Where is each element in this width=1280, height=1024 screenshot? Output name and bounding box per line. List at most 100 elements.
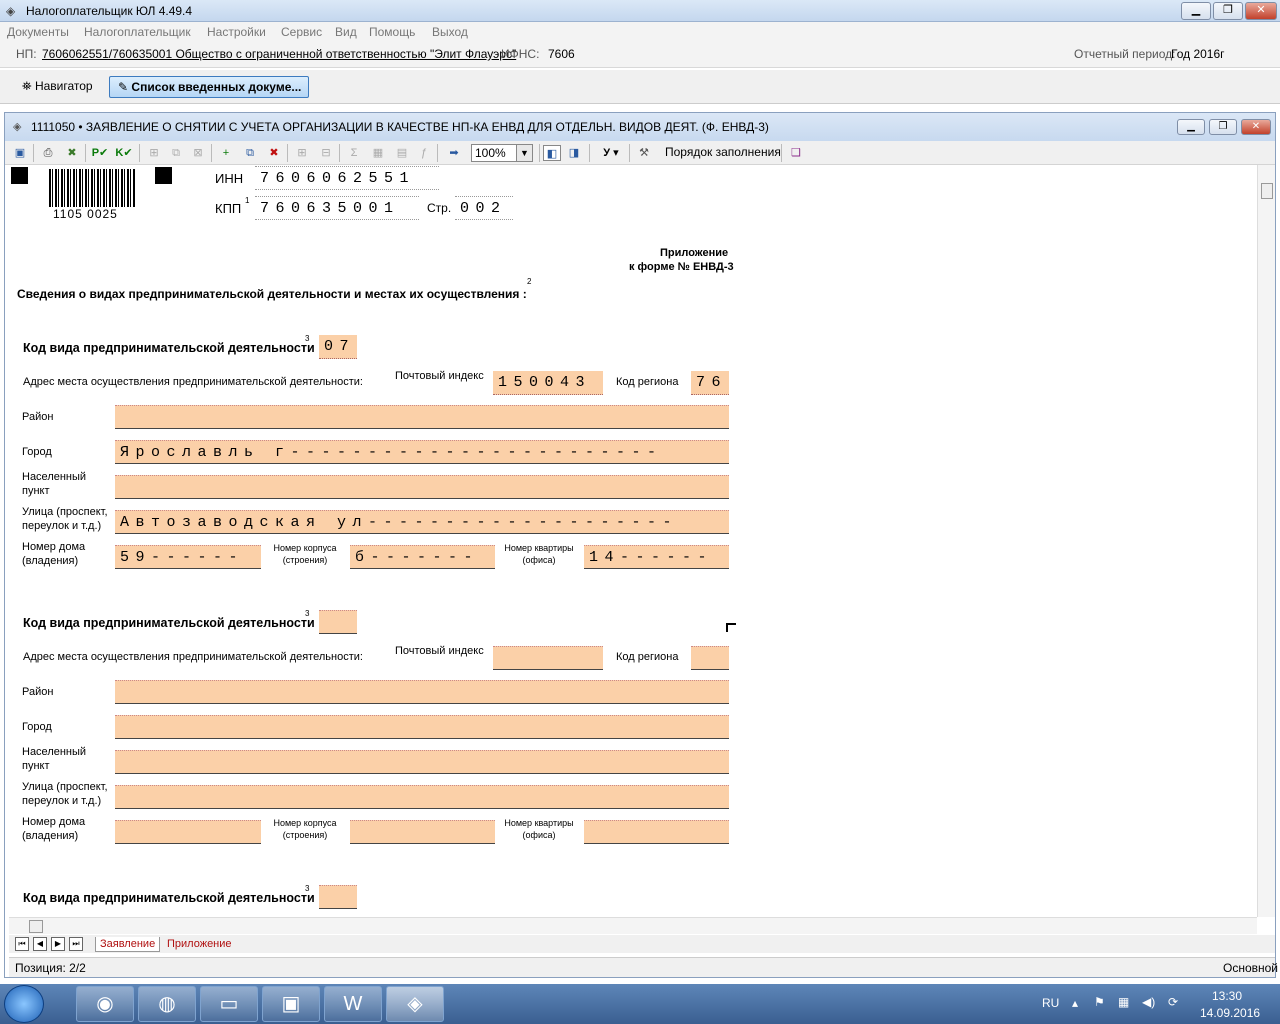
- tab-statement[interactable]: Заявление: [95, 937, 161, 952]
- district-field[interactable]: [115, 405, 729, 429]
- street-label-1: Улица (проспект,: [22, 506, 108, 518]
- copy-row-icon[interactable]: ⧉: [241, 145, 259, 161]
- vertical-scrollbar[interactable]: [1257, 165, 1275, 917]
- y-dropdown-button[interactable]: У ▾: [597, 145, 625, 161]
- flat-label-1: Номер квартиры: [504, 543, 574, 553]
- activity-code-field[interactable]: 07: [319, 335, 357, 359]
- view-mode-icon[interactable]: ◧: [543, 145, 561, 161]
- sum-icon[interactable]: Σ: [345, 145, 363, 161]
- chevron-down-icon[interactable]: ▼: [516, 145, 532, 161]
- locality-field[interactable]: [115, 475, 729, 499]
- navigator-button[interactable]: ⛯ Навигатор: [14, 76, 101, 98]
- position-indicator: Позиция: 2/2: [15, 961, 86, 975]
- locality-field[interactable]: [115, 750, 729, 774]
- last-sheet-icon[interactable]: ⏭: [69, 937, 83, 951]
- help-book-icon[interactable]: ❑: [787, 145, 805, 161]
- save-icon[interactable]: ▣: [11, 145, 29, 161]
- activity-code-field[interactable]: [319, 885, 357, 909]
- explorer-icon[interactable]: ▭: [200, 986, 258, 1022]
- check-all-icon[interactable]: K✔: [115, 145, 133, 161]
- check-page-icon[interactable]: P✔: [91, 145, 109, 161]
- locality-label-2: пункт: [22, 485, 50, 497]
- building-field[interactable]: [350, 820, 495, 844]
- horizontal-scrollbar[interactable]: [9, 917, 1257, 934]
- menu-view[interactable]: Вид: [335, 25, 357, 39]
- region-field[interactable]: 76: [691, 371, 729, 395]
- doc-minimize-button[interactable]: ▁: [1177, 119, 1205, 135]
- scroll-thumb[interactable]: [29, 920, 43, 933]
- menu-taxpayer[interactable]: Налогоплательщик: [84, 25, 191, 39]
- inn-field[interactable]: 7606062551: [255, 166, 439, 190]
- network-icon[interactable]: ▦: [1118, 995, 1129, 1009]
- mode-indicator: Основной: [1223, 961, 1279, 975]
- delete-page-icon[interactable]: ⊠: [189, 145, 207, 161]
- menu-exit[interactable]: Выход: [432, 25, 468, 39]
- street-field[interactable]: [115, 785, 729, 809]
- next-sheet-icon[interactable]: ▶: [51, 937, 65, 951]
- prev-sheet-icon[interactable]: ◀: [33, 937, 47, 951]
- calculator-icon[interactable]: ▦: [369, 145, 387, 161]
- postal-field[interactable]: 150043: [493, 371, 603, 395]
- house-field[interactable]: 59------: [115, 545, 261, 569]
- building-field[interactable]: б-------: [350, 545, 495, 569]
- np-link[interactable]: 7606062551/760635001 Общество с ограниче…: [42, 47, 516, 61]
- menu-help[interactable]: Помощь: [369, 25, 415, 39]
- tab-appendix[interactable]: Приложение: [163, 937, 236, 951]
- firefox-icon[interactable]: ◍: [138, 986, 196, 1022]
- restore-button[interactable]: ❐: [1213, 2, 1243, 20]
- formula-icon[interactable]: ƒ: [415, 145, 433, 161]
- calendar-icon[interactable]: ▤: [393, 145, 411, 161]
- word-icon[interactable]: W: [324, 986, 382, 1022]
- postal-field[interactable]: [493, 646, 603, 670]
- copy-page-icon[interactable]: ⧉: [167, 145, 185, 161]
- taxpayer-app-icon[interactable]: ◈: [386, 986, 444, 1022]
- delete-row-icon[interactable]: ✖: [265, 145, 283, 161]
- document-toolbar: ▣ ⎙ ✖ P✔ K✔ ⊞ ⧉ ⊠ + ⧉ ✖ ⊞ ⊟ Σ ▦ ▤ ƒ ➡ 10…: [5, 141, 1275, 165]
- print-icon[interactable]: ⎙: [39, 145, 57, 161]
- menu-service[interactable]: Сервис: [281, 25, 322, 39]
- security-app-icon[interactable]: ▣: [262, 986, 320, 1022]
- menu-documents[interactable]: Документы: [7, 25, 69, 39]
- sync-icon[interactable]: ⟳: [1168, 995, 1178, 1009]
- activity-code-field[interactable]: [319, 610, 357, 634]
- ifns-value: 7606: [548, 47, 575, 61]
- add-row-icon[interactable]: +: [217, 145, 235, 161]
- city-field[interactable]: [115, 715, 729, 739]
- doc-restore-button[interactable]: ❐: [1209, 119, 1237, 135]
- city-field[interactable]: Ярославль г------------------------: [115, 440, 729, 464]
- clock-time[interactable]: 13:30: [1212, 989, 1242, 1003]
- add-page-icon[interactable]: ⊞: [145, 145, 163, 161]
- fill-order-button[interactable]: Порядок заполнения: [665, 145, 781, 159]
- chrome-icon[interactable]: ◉: [76, 986, 134, 1022]
- flat-field[interactable]: 14------: [584, 545, 729, 569]
- first-sheet-icon[interactable]: ⏮: [15, 937, 29, 951]
- minimize-button[interactable]: ▁: [1181, 2, 1211, 20]
- region-field[interactable]: [691, 646, 729, 670]
- block-expand-icon[interactable]: [726, 623, 736, 632]
- close-button[interactable]: ✕: [1245, 2, 1277, 20]
- export-excel-icon[interactable]: ✖: [63, 145, 81, 161]
- tray-expand-icon[interactable]: ▴: [1072, 996, 1078, 1010]
- clock-date[interactable]: 14.09.2016: [1200, 1006, 1260, 1020]
- scroll-thumb[interactable]: [1261, 183, 1273, 199]
- language-indicator[interactable]: RU: [1042, 996, 1059, 1010]
- remove-block-icon[interactable]: ⊟: [317, 145, 335, 161]
- district-field[interactable]: [115, 680, 729, 704]
- menu-settings[interactable]: Настройки: [207, 25, 266, 39]
- flat-field[interactable]: [584, 820, 729, 844]
- insert-block-icon[interactable]: ⊞: [293, 145, 311, 161]
- page-field[interactable]: 002: [455, 196, 513, 220]
- kpp-field[interactable]: 760635001: [255, 196, 419, 220]
- document-list-button[interactable]: ✎ Список введенных докуме...: [109, 76, 309, 98]
- form-mode-icon[interactable]: ◨: [565, 145, 583, 161]
- start-button[interactable]: [4, 985, 44, 1023]
- zoom-select[interactable]: 100% ▼: [471, 144, 533, 162]
- street-field[interactable]: Автозаводская ул--------------------: [115, 510, 729, 534]
- tools-icon[interactable]: ⚒: [635, 145, 653, 161]
- goto-arrow-icon[interactable]: ➡: [445, 145, 463, 161]
- doc-close-button[interactable]: ✕: [1241, 119, 1271, 135]
- volume-icon[interactable]: ◀): [1142, 995, 1155, 1009]
- city-label: Город: [22, 721, 52, 733]
- flag-icon[interactable]: ⚑: [1094, 995, 1105, 1009]
- house-field[interactable]: [115, 820, 261, 844]
